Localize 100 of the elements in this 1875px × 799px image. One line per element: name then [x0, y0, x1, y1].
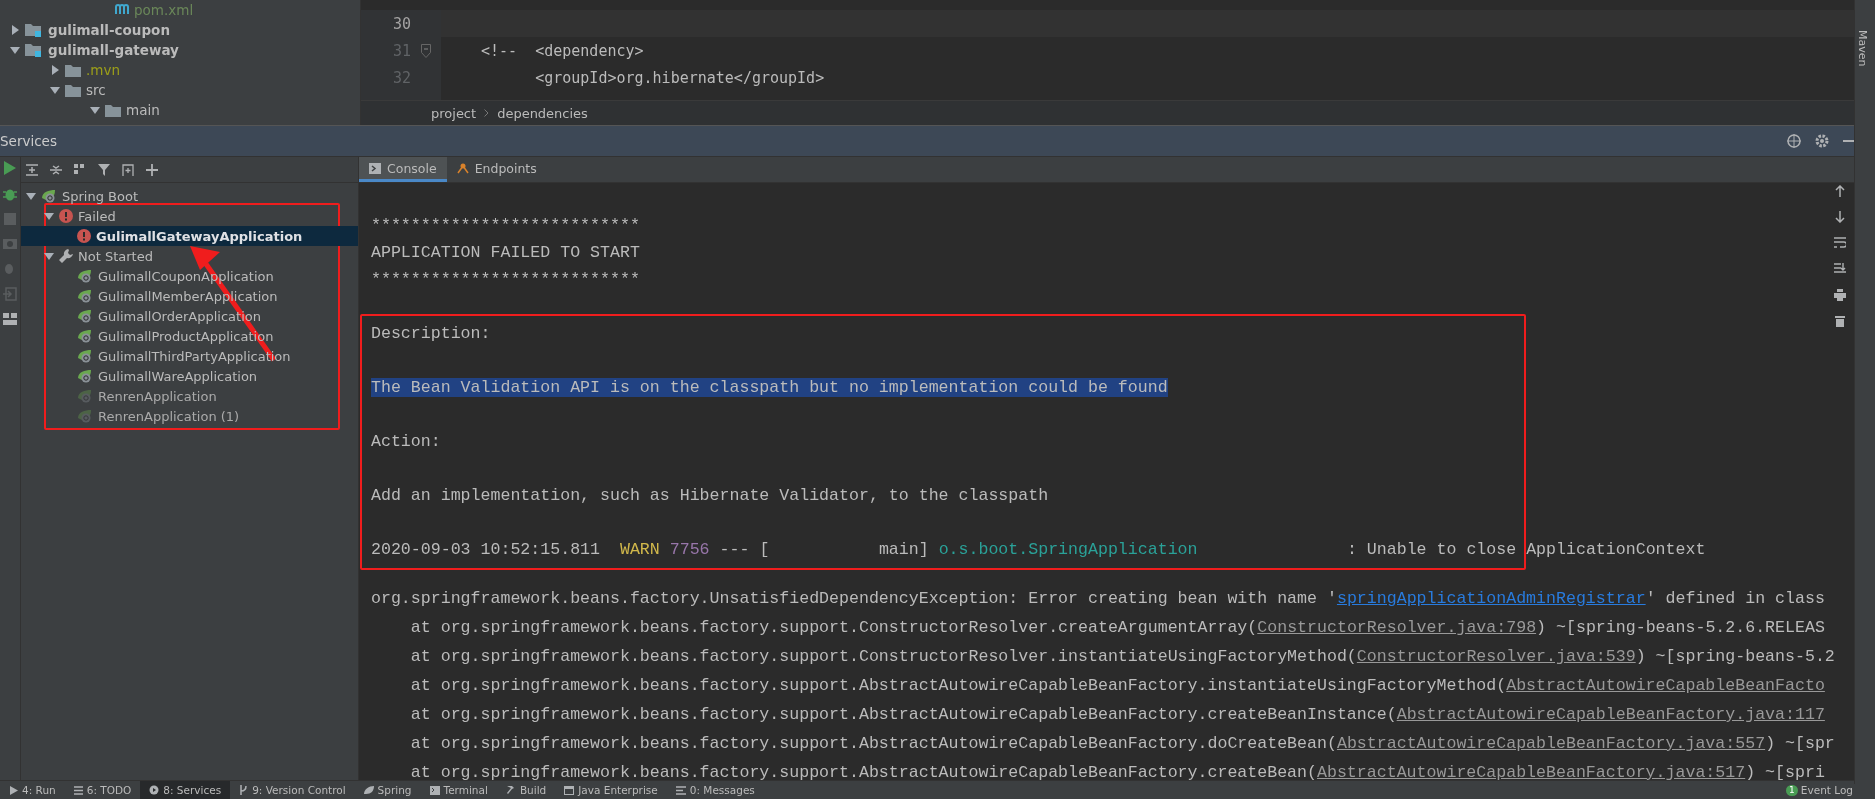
source-link[interactable]: AbstractAutowireCapableBeanFactory.java:557: [1336, 734, 1766, 753]
breadcrumb[interactable]: project: [431, 105, 477, 121]
expanded-arrow-icon[interactable]: [44, 251, 54, 261]
layout-icon[interactable]: [3, 313, 17, 325]
console-tab[interactable]: Endpoints: [446, 157, 547, 182]
group-icon[interactable]: [74, 163, 86, 176]
service-tree-row[interactable]: Spring Boot: [21, 186, 358, 206]
tool-window-tab[interactable]: 9: Version Control: [230, 781, 355, 799]
source-link[interactable]: ConstructorResolver.java:539: [1356, 647, 1636, 666]
wrench-icon: [59, 249, 73, 263]
module-folder-icon: [25, 43, 43, 57]
console-text: Description:: [371, 324, 491, 343]
console-text: ' defined in class: [1645, 589, 1825, 608]
console-text: ***************************: [371, 216, 640, 235]
project-tree-item[interactable]: gulimall-coupon: [48, 22, 170, 38]
process-id: 7756: [669, 540, 710, 559]
spring-app-icon: [77, 289, 93, 303]
expanded-arrow-icon[interactable]: [26, 191, 36, 201]
log-level: WARN: [619, 540, 660, 559]
down-arrow-icon[interactable]: [1835, 211, 1845, 223]
crosshair-icon[interactable]: [1787, 134, 1801, 148]
terminal-icon: [429, 785, 440, 795]
spring-app-icon: [77, 409, 93, 423]
side-tab[interactable]: Maven: [1856, 30, 1869, 67]
run-icon[interactable]: [4, 161, 16, 175]
tool-window-tab[interactable]: 4: Run: [0, 781, 65, 799]
source-link[interactable]: ConstructorResolver.java:798: [1257, 618, 1537, 637]
tool-window-tab[interactable]: 8: Services: [140, 781, 231, 799]
service-name: Spring Boot: [62, 188, 138, 204]
hammer-icon: [505, 785, 516, 795]
selected-text: The Bean Validation API is on the classpath but no implementation could be found: [371, 378, 1168, 397]
scroll-to-end-icon[interactable]: [1834, 263, 1846, 275]
breadcrumb[interactable]: dependencies: [497, 105, 588, 121]
expanded-arrow-icon[interactable]: [90, 105, 100, 115]
console-text: ***************************: [371, 270, 640, 289]
filter-icon[interactable]: [98, 163, 110, 176]
code-line: <!-- <dependency>: [481, 41, 644, 60]
console-text: at org.springframework.beans.factory.support.AbstractAutowireCapableBeanFactory.createBeanInstance(: [409, 705, 1397, 724]
notification-badge: 1: [1786, 784, 1798, 796]
spring-app-icon: [41, 189, 57, 203]
service-tree-row[interactable]: Not Started: [21, 246, 358, 266]
expanded-arrow-icon[interactable]: [10, 45, 20, 55]
service-tree-row[interactable]: GulimallGatewayApplication: [21, 226, 358, 246]
folder-icon: [65, 63, 81, 77]
collapsed-arrow-icon[interactable]: [10, 25, 20, 35]
tool-window-tab[interactable]: 6: TODO: [64, 781, 141, 799]
messages-icon: [675, 785, 686, 795]
bean-link[interactable]: springApplicationAdminRegistrar: [1336, 589, 1646, 608]
bug-icon[interactable]: [3, 187, 17, 201]
collapse-all-icon[interactable]: [50, 163, 62, 176]
service-tree-row[interactable]: GulimallWareApplication: [21, 366, 358, 386]
console-text: ) ~[spr: [1765, 734, 1835, 753]
services-icon: [149, 785, 160, 795]
console-tab[interactable]: Console: [359, 157, 447, 182]
service-tree-row[interactable]: Failed: [21, 206, 358, 226]
expanded-arrow-icon[interactable]: [50, 85, 60, 95]
error-icon: [59, 209, 73, 223]
console-text: at org.springframework.beans.factory.support.AbstractAutowireCapableBeanFactory.instantiateUsingFactoryMethod(: [409, 676, 1507, 695]
project-tree-item[interactable]: src: [86, 82, 106, 98]
console-text: 2020-09-03 10:52:15.811: [371, 540, 602, 559]
console-text: Add an implementation, such as Hibernate Validator, to the classpath: [371, 486, 1049, 505]
up-arrow-icon[interactable]: [1835, 185, 1845, 197]
print-icon[interactable]: [1834, 289, 1846, 301]
console-text: --- [ main]: [718, 540, 930, 559]
tool-window-tab[interactable]: Spring: [354, 781, 421, 799]
new-tab-icon[interactable]: [122, 163, 134, 176]
service-name: RenrenApplication: [98, 388, 217, 404]
fold-marker-icon[interactable]: [421, 43, 431, 58]
tool-window-tab[interactable]: 0: Messages: [666, 781, 764, 799]
console-text: at org.springframework.beans.factory.support.AbstractAutowireCapableBeanFactory.doCreateBean(: [409, 734, 1337, 753]
expand-all-icon[interactable]: [26, 163, 38, 176]
logger-name: o.s.boot.SpringApplication: [938, 540, 1198, 559]
trash-icon[interactable]: [1835, 315, 1845, 327]
service-name: Not Started: [78, 248, 153, 264]
project-tree-item[interactable]: .mvn: [86, 62, 120, 78]
add-icon[interactable]: [146, 163, 158, 176]
source-link[interactable]: AbstractAutowireCapableBeanFacto: [1506, 676, 1825, 695]
console-text: APPLICATION FAILED TO START: [371, 243, 640, 262]
spring-app-icon: [77, 389, 93, 403]
tool-window-tab[interactable]: Java Enterprise: [555, 781, 667, 799]
event-log-tab[interactable]: Event Log: [1800, 784, 1853, 796]
spring-app-icon: [77, 349, 93, 363]
console-icon: [369, 162, 381, 174]
folder-icon: [65, 83, 81, 97]
spring-app-icon: [77, 329, 93, 343]
project-tree-item[interactable]: main: [126, 102, 160, 118]
project-tree-item[interactable]: gulimall-gateway: [48, 42, 179, 58]
source-link[interactable]: AbstractAutowireCapableBeanFactory.java:117: [1396, 705, 1825, 724]
minimize-icon[interactable]: [1843, 140, 1855, 142]
error-icon: [77, 229, 91, 243]
wrap-icon[interactable]: [1834, 237, 1846, 249]
expanded-arrow-icon[interactable]: [44, 211, 54, 221]
collapsed-arrow-icon[interactable]: [50, 65, 60, 75]
source-link[interactable]: AbstractAutowireCapableBeanFactory.java:517: [1317, 763, 1746, 780]
settings-icon[interactable]: [1815, 134, 1829, 148]
chevron-icon: [484, 109, 490, 117]
tool-window-tab[interactable]: Terminal: [420, 781, 497, 799]
list-icon: [73, 785, 83, 795]
console-text: ) ~[spring-beans-5.2: [1635, 647, 1835, 666]
tool-window-tab[interactable]: Build: [496, 781, 556, 799]
